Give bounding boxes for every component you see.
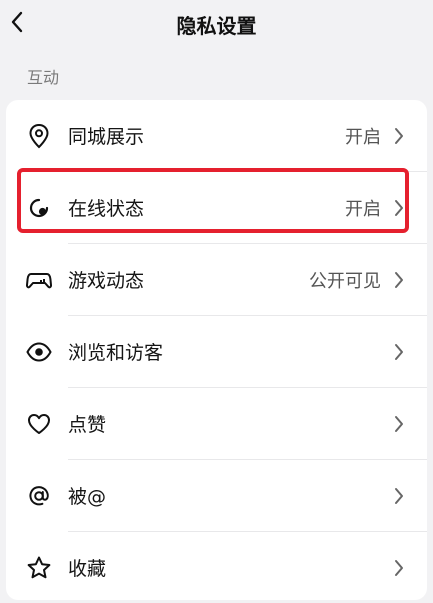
heart-icon: [26, 411, 52, 437]
setting-value: 开启: [345, 127, 381, 148]
setting-label: 浏览和访客: [68, 342, 164, 364]
chevron-right-icon: [395, 560, 403, 576]
setting-label: 被@: [68, 486, 107, 508]
setting-row-mentions[interactable]: 被@: [6, 460, 427, 531]
setting-label: 同城展示: [68, 126, 145, 148]
chevron-right-icon: [395, 344, 403, 360]
game-controller-icon: [26, 267, 52, 293]
page-title: 隐私设置: [176, 14, 257, 38]
setting-row-likes[interactable]: 点赞: [6, 388, 427, 459]
setting-row-game-activity[interactable]: 游戏动态 公开可见: [6, 244, 427, 315]
setting-row-views-and-visitors[interactable]: 浏览和访客: [6, 316, 427, 387]
settings-list: 同城展示 开启 在线状态 开启 游戏动态 公开可见 浏览和访客 点赞 被@ 收藏: [6, 100, 427, 600]
eye-icon: [26, 339, 52, 365]
chevron-right-icon: [395, 488, 403, 504]
setting-row-favorites[interactable]: 收藏: [6, 532, 427, 603]
chevron-right-icon: [395, 128, 403, 144]
online-status-icon: [26, 195, 52, 221]
star-icon: [26, 555, 52, 581]
setting-value: 公开可见: [309, 271, 381, 292]
setting-label: 游戏动态: [68, 270, 145, 292]
location-pin-icon: [26, 123, 52, 149]
chevron-right-icon: [395, 200, 403, 216]
setting-label: 在线状态: [68, 198, 145, 220]
setting-row-nearby-display[interactable]: 同城展示 开启: [6, 100, 427, 171]
section-label-interaction: 互动: [27, 68, 60, 87]
top-bar: 隐私设置: [0, 0, 433, 50]
setting-value: 开启: [345, 199, 381, 220]
chevron-right-icon: [395, 272, 403, 288]
at-icon: [26, 483, 52, 509]
setting-row-online-status[interactable]: 在线状态 开启: [6, 172, 427, 243]
setting-label: 收藏: [68, 558, 107, 580]
setting-label: 点赞: [68, 414, 107, 436]
chevron-right-icon: [395, 416, 403, 432]
